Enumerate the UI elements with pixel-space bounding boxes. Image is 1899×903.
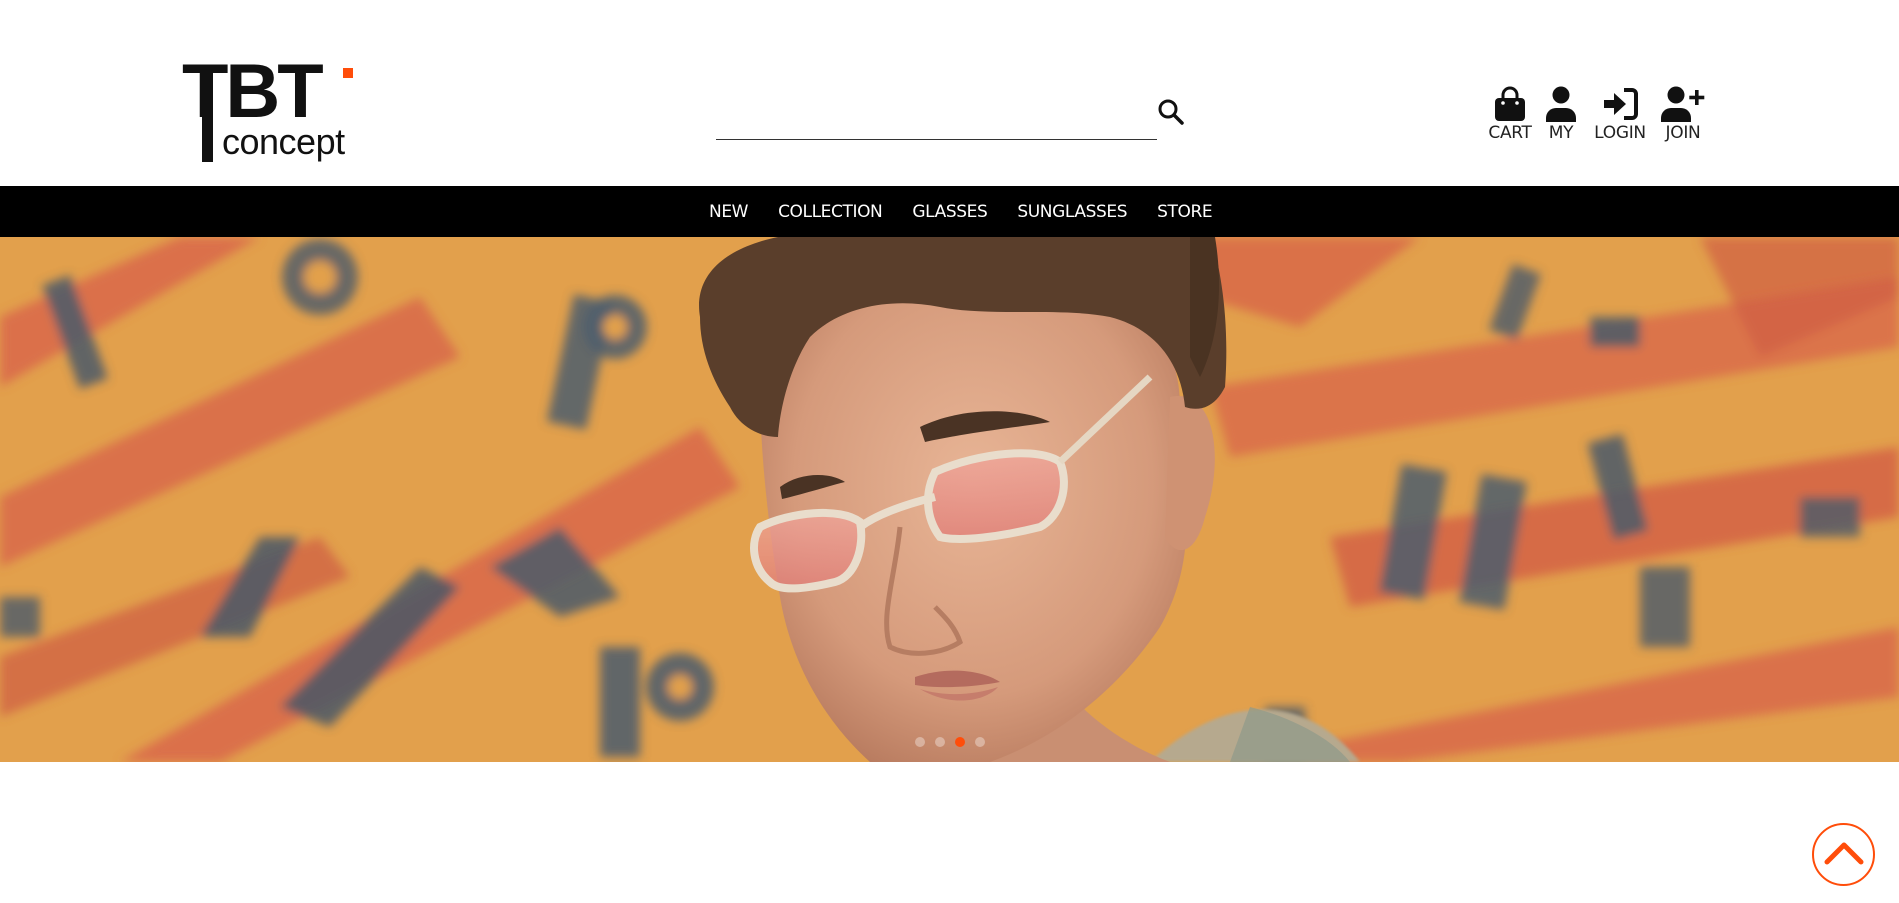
login-link[interactable]: LOGIN: [1594, 86, 1646, 148]
slider-dot-4[interactable]: [974, 737, 985, 747]
menu-item-glasses[interactable]: GLASSES: [912, 202, 987, 222]
cart-label: CART: [1488, 123, 1532, 143]
search-icon: [1158, 99, 1184, 125]
sign-in-icon: [1604, 88, 1638, 120]
brand-logo[interactable]: TBT concept: [182, 54, 357, 167]
slider-pagination: [0, 737, 1899, 747]
menu-item-collection[interactable]: COLLECTION: [778, 202, 883, 222]
shopping-bag-icon: [1495, 86, 1525, 121]
user-nav: CART MY LOGIN JOIN: [1488, 86, 1705, 148]
main-menu: NEW COLLECTION GLASSES SUNGLASSES STORE: [709, 186, 1213, 237]
slider-dot-3[interactable]: [954, 737, 965, 747]
cart-link[interactable]: CART: [1488, 86, 1532, 148]
back-to-top-button[interactable]: [1812, 823, 1875, 886]
slider-dot-1[interactable]: [914, 737, 925, 747]
menu-item-sunglasses[interactable]: SUNGLASSES: [1017, 202, 1127, 222]
my-label: MY: [1548, 123, 1574, 143]
logo-wordmark-bottom: concept: [222, 121, 345, 162]
join-label: JOIN: [1665, 123, 1701, 143]
search-input[interactable]: [716, 100, 1157, 140]
menu-item-new[interactable]: NEW: [709, 202, 748, 222]
chevron-up-icon: [1824, 842, 1864, 865]
logo-accent-square: [343, 68, 353, 78]
user-plus-icon: [1661, 86, 1705, 122]
my-page-link[interactable]: MY: [1545, 86, 1577, 148]
user-icon: [1546, 86, 1576, 122]
main-menu-bar: NEW COLLECTION GLASSES SUNGLASSES STORE: [0, 186, 1899, 237]
hero-image: [0, 237, 1899, 762]
site-header: TBT concept CART MY LOGIN JOIN: [0, 0, 1899, 186]
menu-item-store[interactable]: STORE: [1157, 202, 1213, 222]
search-bar: [716, 92, 1186, 142]
hero-banner[interactable]: [0, 237, 1899, 762]
login-label: LOGIN: [1594, 123, 1646, 143]
logo-wordmark-top: TBT: [182, 49, 324, 134]
slider-dot-2[interactable]: [934, 737, 945, 747]
join-link[interactable]: JOIN: [1661, 86, 1705, 148]
search-button[interactable]: [1156, 98, 1186, 128]
